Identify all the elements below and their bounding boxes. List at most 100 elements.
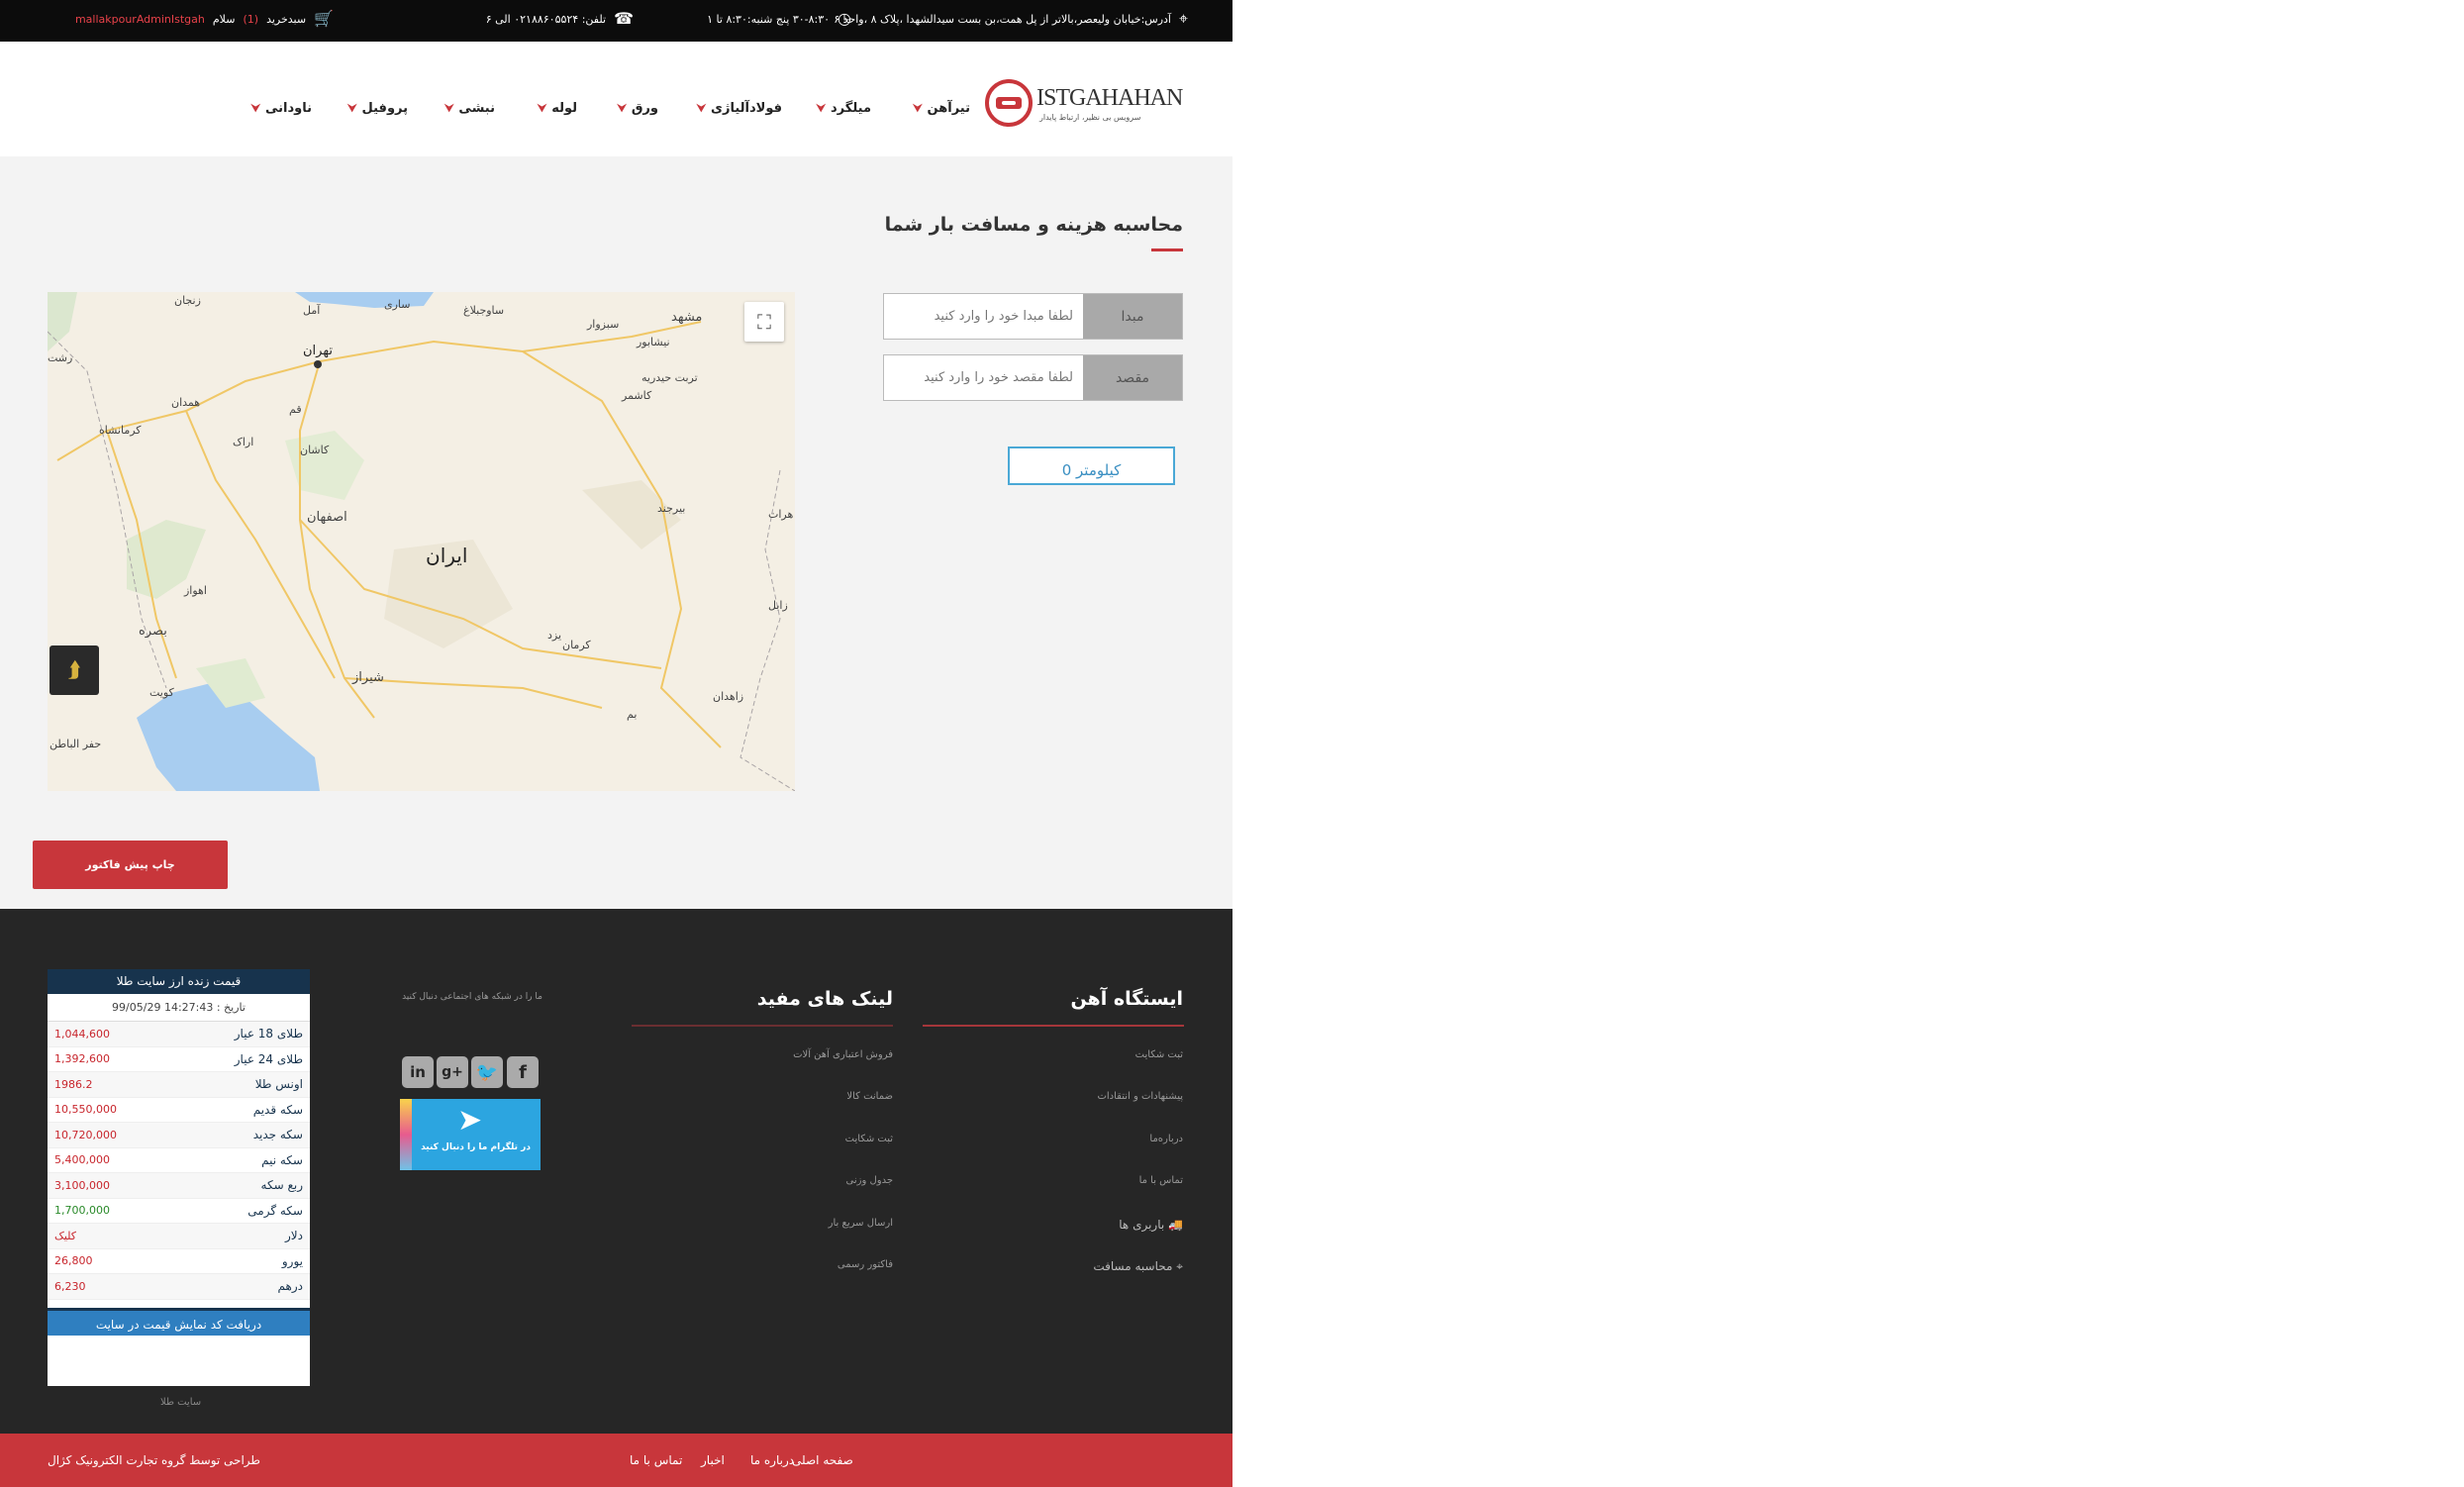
country-label: ایران [426,544,468,567]
working-hours: ◷ ۳۰-۸:۳۰ پنج شنبه:۸:۳۰ تا ۱ [707,9,851,28]
site-logo[interactable]: ISTGAHAHAN سرویس بی نظیر، ارتباط پایدار [985,77,1183,129]
footer-link[interactable]: تماس با ما [1139,1175,1183,1186]
footer-link[interactable]: ثبت شکایت [1135,1049,1183,1060]
get-widget-code-button[interactable]: دریافت کد نمایش قیمت در سایت [48,1307,310,1336]
price-row: 1,044,600 طلای 18 عیار [48,1022,310,1047]
gold-site-link[interactable]: سایت طلا [160,1397,201,1408]
map-label: شیراز [352,670,384,685]
map-label: زنجان [174,294,201,307]
bottom-link-news[interactable]: اخبار [701,1453,725,1467]
linkedin-icon[interactable]: in [402,1056,434,1088]
route-map[interactable]: زنجان ساری آمل تهران ساوجبلاغ سبزوار مشه… [48,292,795,791]
location-pin-icon: ⌖ [1176,1259,1183,1273]
footer-link[interactable]: فروش اعتباری آهن آلات [793,1049,893,1060]
nav-item-alloy-steel[interactable]: فولادآلیاژی ⮟ [697,101,782,116]
bottom-link-home[interactable]: صفحه اصلی [792,1453,853,1467]
footer-divider [632,1025,893,1027]
nav-item-rebar[interactable]: میلگرد ⮟ [817,101,871,116]
greeting: سلام [212,12,236,26]
page-title: محاسبه هزینه و مسافت بار شما [884,214,1183,236]
nav-item-channel[interactable]: ناودانی ⮟ [251,101,312,116]
bottom-bar: صفحه اصلی درباره ما اخبار تماس با ما طرا… [0,1434,1232,1487]
price-row: 3,100,000 ربع سکه [48,1173,310,1199]
chevron-down-icon: ⮟ [617,101,627,115]
map-label: زابل [768,599,788,612]
blank-area [1232,0,2464,1487]
price-row: 26,800 یورو [48,1249,310,1274]
fullscreen-icon[interactable]: ⛶ [744,302,784,342]
location-pin-icon: ⌖ [1178,9,1188,28]
footer-link-distance[interactable]: ⌖ محاسبه مسافت [1093,1259,1183,1274]
distance-result: 0 کیلومتر [1008,446,1175,485]
price-row: 1,392,600 طلای 24 عیار [48,1047,310,1072]
footer-link-freight[interactable]: 🚚 باربری ها [1119,1218,1183,1232]
price-row: 5,400,000 سکه نیم [48,1148,310,1173]
bottom-link-contact[interactable]: تماس با ما [630,1453,682,1467]
map-label: بم [627,708,638,721]
map-label: ساوجبلاغ [463,304,505,317]
chevron-down-icon: ⮟ [444,101,454,115]
map-label: اراک [233,436,254,448]
map-label: ساری [384,298,411,311]
map-label: همدان [171,396,201,409]
map-label: مشهد [671,310,703,325]
map-label: کرمان [562,639,591,651]
gold-widget-title: قیمت زنده ارز سایت طلا [48,969,310,994]
map-label: اهواز [184,584,207,597]
twitter-icon[interactable]: 🐦 [471,1056,503,1088]
destination-input[interactable] [884,355,1083,400]
map-label: هرات [768,508,794,521]
phone: ☎ تلفن: ۰۲۱۸۸۶۰۵۵۲۴ الی ۶ [485,9,634,28]
cart-link[interactable]: سبدخرید [266,13,306,26]
footer-link[interactable]: ثبت شکایت [845,1134,893,1144]
nav-item-profile[interactable]: پروفیل ⮟ [347,101,408,116]
footer-link[interactable]: درباره‌ما [1149,1134,1183,1144]
map-background [48,292,795,791]
truck-icon: 🚚 [1168,1218,1183,1232]
footer-divider [923,1025,1184,1027]
map-label: رشت [48,351,73,364]
footer-link[interactable]: جدول وزنی [846,1175,893,1186]
title-underline [1151,248,1183,251]
map-label: یزد [547,629,562,642]
clock-icon: ◷ [838,9,851,28]
origin-field: مبدا [883,293,1183,340]
telegram-icon: ➤ [457,1103,483,1138]
footer-link[interactable]: ضمانت کالا [846,1091,893,1102]
destination-label: مقصد [1083,355,1182,400]
logo-name: ISTGAHAHAN [1036,85,1183,111]
footer-link[interactable]: پیشنهادات و انتقادات [1097,1091,1183,1102]
phone-icon: ☎ [614,9,634,28]
chevron-up-icon[interactable]: ⮭ [49,645,99,695]
map-label: آمل [303,304,321,317]
footer-link[interactable]: فاکتور رسمی [838,1259,893,1270]
map-label: تربت حیدریه [641,371,698,384]
user-menu[interactable]: mallakpourAdminIstgah [75,13,205,26]
print-invoice-button[interactable]: چاپ پیش فاکتور [33,841,228,889]
map-label: کویت [149,686,174,699]
nav-item-angle[interactable]: نبشی ⮟ [444,101,495,116]
destination-field: مقصد [883,354,1183,401]
origin-input[interactable] [884,294,1083,339]
telegram-banner[interactable]: ➤ در تلگرام ما را دنبال کنید [400,1099,541,1170]
map-label: سبزوار [587,318,620,331]
map-label: کاشمر [622,389,652,402]
googleplus-icon[interactable]: g+ [437,1056,468,1088]
dollar-click-link[interactable]: کلیک [54,1230,76,1242]
nav-item-beams[interactable]: تیرآهن ⮟ [913,101,970,116]
bottom-link-about[interactable]: درباره ما [750,1453,794,1467]
map-label: کاشان [300,444,330,456]
chevron-down-icon: ⮟ [913,101,923,115]
nav-item-pipe[interactable]: لوله ⮟ [538,101,577,116]
price-row: 1,700,000 سکه گرمی [48,1199,310,1224]
footer-col2-title: لینک های مفید [756,988,893,1010]
page: ⌖ آدرس:خیابان ولیعصر،بالاتر از پل همت،بن… [0,0,1232,1487]
map-label: تهران [303,344,333,358]
designer-credit: طراحی توسط گروه تجارت الکترونیک کژال [48,1453,260,1467]
gold-widget-date: تاریخ : 14:27:43 99/05/29 [48,994,310,1022]
cart-icon[interactable]: 🛒 [314,11,334,27]
footer-link[interactable]: ارسال سریع بار [829,1218,893,1229]
telegram-text: در تلگرام ما را دنبال کنید [421,1142,531,1152]
nav-item-sheet[interactable]: ورق ⮟ [617,101,658,116]
facebook-icon[interactable]: f [507,1056,539,1088]
